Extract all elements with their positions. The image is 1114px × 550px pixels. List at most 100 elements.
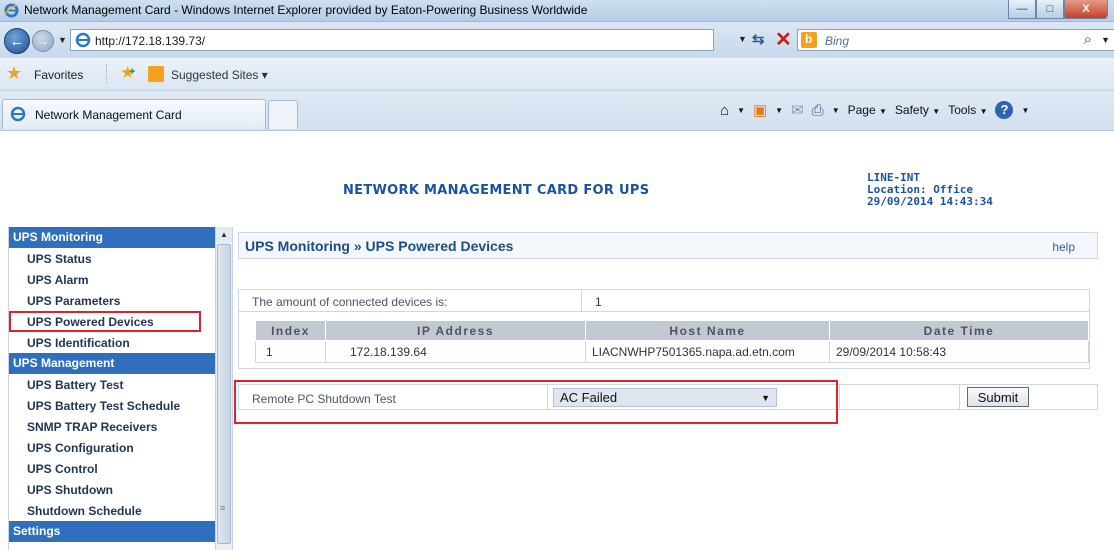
favorites-bar: ★ Favorites ★ Suggested Sites ▾ bbox=[0, 58, 1114, 91]
tools-menu[interactable]: Tools ▼ bbox=[948, 103, 987, 117]
device-info: LINE-INT Location: Office 29/09/2014 14:… bbox=[867, 172, 993, 208]
breadcrumb: UPS Monitoring » UPS Powered Devices bbox=[245, 238, 514, 254]
search-dropdown-icon[interactable]: ▼ bbox=[1101, 35, 1110, 45]
favorites-separator bbox=[106, 64, 107, 84]
maximize-button[interactable]: □ bbox=[1036, 0, 1064, 19]
page-dropdown-icon: ▼ bbox=[878, 107, 887, 116]
suggested-sites-button[interactable]: Suggested Sites ▾ bbox=[171, 68, 268, 82]
read-mail-icon[interactable]: ✉ bbox=[791, 101, 804, 119]
connected-count-row: The amount of connected devices is: 1 bbox=[239, 290, 1089, 312]
column-header-ip-address: IP Address bbox=[325, 320, 586, 341]
devices-table: Index IP Address Host Name Date Time 1 1… bbox=[255, 320, 1089, 363]
connected-count-label: The amount of connected devices is: bbox=[252, 295, 448, 309]
sidebar-item-ups-powered-devices[interactable]: UPS Powered Devices bbox=[9, 311, 201, 332]
back-arrow-icon: ← bbox=[9, 32, 25, 50]
column-header-host-name: Host Name bbox=[585, 320, 830, 341]
cell-ip-address: 172.18.139.64 bbox=[325, 340, 586, 363]
sidebar-item-ups-configuration[interactable]: UPS Configuration bbox=[9, 437, 215, 458]
table-row: 1 172.18.139.64 LIACNWHP7501365.napa.ad.… bbox=[255, 340, 1089, 363]
scroll-up-icon[interactable]: ▲ bbox=[216, 227, 232, 243]
feeds-dropdown-icon[interactable]: ▼ bbox=[775, 106, 783, 115]
search-placeholder: Bing bbox=[825, 34, 850, 48]
sidebar-item-ups-control[interactable]: UPS Control bbox=[9, 458, 215, 479]
forward-arrow-icon: → bbox=[37, 34, 49, 48]
favorites-button[interactable]: Favorites bbox=[34, 68, 83, 82]
sidebar-item-ups-shutdown[interactable]: UPS Shutdown bbox=[9, 479, 215, 500]
sidebar-item-shutdown-schedule[interactable]: Shutdown Schedule bbox=[9, 500, 215, 521]
tab-network-management-card[interactable]: Network Management Card bbox=[2, 99, 266, 129]
tools-dropdown-icon: ▼ bbox=[979, 107, 988, 116]
shutdown-divider bbox=[959, 385, 960, 409]
submit-button[interactable]: Submit bbox=[967, 387, 1029, 407]
safety-menu-label: Safety bbox=[894, 103, 929, 117]
help-link[interactable]: help bbox=[1052, 240, 1075, 254]
page-menu-label: Page bbox=[847, 103, 876, 117]
sidebar-item-ups-parameters[interactable]: UPS Parameters bbox=[9, 290, 215, 311]
window-titlebar: Network Management Card - Windows Intern… bbox=[0, 0, 1114, 22]
safety-dropdown-icon: ▼ bbox=[932, 107, 941, 116]
forward-button[interactable]: → bbox=[32, 30, 54, 52]
cell-date-time: 29/09/2014 10:58:43 bbox=[829, 340, 1089, 363]
tab-favicon-icon bbox=[10, 106, 26, 122]
table-header-row: Index IP Address Host Name Date Time bbox=[255, 320, 1089, 341]
tools-menu-label: Tools bbox=[948, 103, 977, 117]
address-toolbar: ← → ▼ http://172.18.139.73/ ▼ ⇆ ✕ Bing ⌕… bbox=[0, 22, 1114, 58]
suggested-sites-icon bbox=[148, 66, 164, 82]
page-menu[interactable]: Page ▼ bbox=[848, 103, 887, 117]
new-tab-button[interactable] bbox=[268, 100, 298, 129]
home-dropdown-icon[interactable]: ▼ bbox=[737, 106, 745, 115]
help-dropdown-icon[interactable]: ▼ bbox=[1021, 106, 1029, 115]
column-header-date-time: Date Time bbox=[829, 320, 1089, 341]
address-dropdown-icon[interactable]: ▼ bbox=[738, 34, 747, 44]
feeds-icon[interactable]: ▣ bbox=[753, 101, 767, 119]
sidebar-section-ups-monitoring[interactable]: UPS Monitoring bbox=[9, 227, 215, 248]
internet-explorer-icon bbox=[4, 3, 19, 18]
sidebar-menu: UPS Monitoring UPS Status UPS Alarm UPS … bbox=[9, 227, 215, 542]
connected-count-value: 1 bbox=[595, 295, 602, 309]
sidebar-scrollbar[interactable]: ▲ ≡ bbox=[215, 227, 232, 550]
sidebar-item-ups-alarm[interactable]: UPS Alarm bbox=[9, 269, 215, 290]
cell-host-name: LIACNWHP7501365.napa.ad.etn.com bbox=[585, 340, 830, 363]
powered-devices-panel: The amount of connected devices is: 1 In… bbox=[238, 289, 1090, 369]
device-datetime: 29/09/2014 14:43:34 bbox=[867, 195, 993, 208]
sidebar-item-snmp-trap-receivers[interactable]: SNMP TRAP Receivers bbox=[9, 416, 215, 437]
page-title: NETWORK MANAGEMENT CARD FOR UPS bbox=[343, 183, 650, 198]
highlight-annotation-frame bbox=[234, 380, 838, 424]
url-text[interactable]: http://172.18.139.73/ bbox=[95, 34, 205, 48]
command-bar: ⌂ ▼ ▣ ▼ ✉ ⎙ ▼ Page ▼ Safety ▼ Tools ▼ ? ▼ bbox=[720, 101, 1029, 119]
sidebar-item-ups-status[interactable]: UPS Status bbox=[9, 248, 215, 269]
compatibility-view-icon[interactable]: ⇆ bbox=[752, 30, 765, 48]
minimize-button[interactable]: — bbox=[1008, 0, 1036, 19]
search-icon[interactable]: ⌕ bbox=[1084, 31, 1092, 48]
sidebar-item-ups-battery-test[interactable]: UPS Battery Test bbox=[9, 374, 215, 395]
sidebar-item-ups-battery-test-schedule[interactable]: UPS Battery Test Schedule bbox=[9, 395, 215, 416]
stop-icon[interactable]: ✕ bbox=[775, 27, 792, 52]
print-icon[interactable]: ⎙ bbox=[812, 102, 824, 119]
help-icon[interactable]: ? bbox=[995, 101, 1014, 119]
tab-bar: Network Management Card ⌂ ▼ ▣ ▼ ✉ ⎙ ▼ Page … bbox=[0, 91, 1114, 131]
search-input[interactable]: Bing ⌕ ▼ bbox=[797, 29, 1114, 51]
sidebar-section-ups-management[interactable]: UPS Management bbox=[9, 353, 215, 374]
add-to-favorites-icon[interactable]: ★ bbox=[120, 63, 136, 83]
back-button[interactable]: ← bbox=[4, 28, 30, 54]
safety-menu[interactable]: Safety ▼ bbox=[895, 103, 940, 117]
bing-icon bbox=[801, 32, 817, 48]
shutdown-divider bbox=[839, 385, 840, 409]
close-button[interactable]: X bbox=[1064, 0, 1108, 19]
address-field[interactable]: http://172.18.139.73/ bbox=[70, 29, 714, 51]
scrollbar-grip-icon: ≡ bbox=[220, 503, 226, 513]
history-dropdown-icon[interactable]: ▼ bbox=[58, 35, 67, 45]
sidebar-item-ups-identification[interactable]: UPS Identification bbox=[9, 332, 215, 353]
breadcrumb-bar: UPS Monitoring » UPS Powered Devices hel… bbox=[238, 232, 1098, 259]
tab-label: Network Management Card bbox=[35, 108, 182, 122]
page-favicon-icon bbox=[75, 32, 91, 48]
print-dropdown-icon[interactable]: ▼ bbox=[832, 106, 840, 115]
column-header-index: Index bbox=[255, 320, 326, 341]
sidebar-section-settings[interactable]: Settings bbox=[9, 521, 215, 542]
page-header: NETWORK MANAGEMENT CARD FOR UPS LINE-INT… bbox=[0, 131, 1114, 227]
count-divider bbox=[581, 290, 582, 312]
favorites-star-icon[interactable]: ★ bbox=[6, 63, 22, 84]
home-icon[interactable]: ⌂ bbox=[720, 102, 729, 119]
main-content: UPS Monitoring » UPS Powered Devices hel… bbox=[232, 227, 1114, 550]
scrollbar-thumb[interactable] bbox=[217, 244, 231, 544]
